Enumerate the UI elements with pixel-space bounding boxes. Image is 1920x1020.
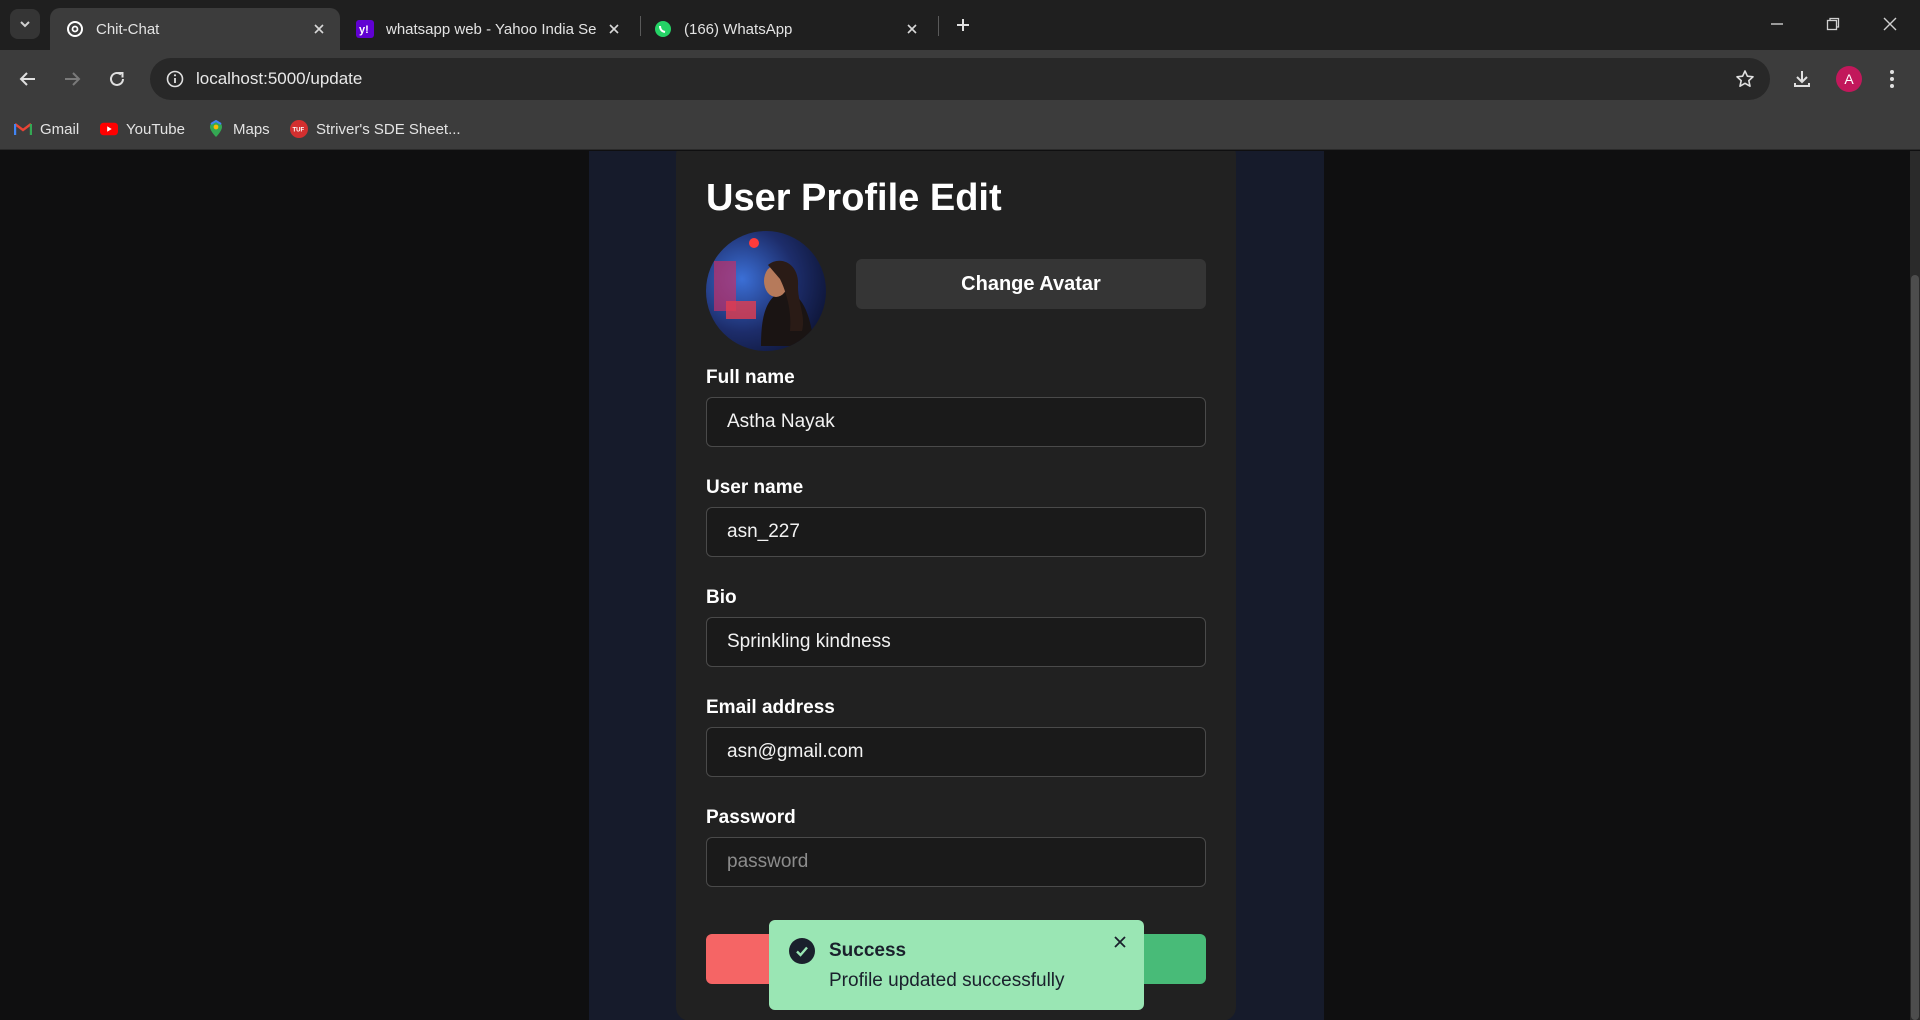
kebab-menu-icon [1890,70,1894,88]
tab-separator [938,16,939,36]
bookmark-label: Maps [233,120,270,138]
youtube-icon [100,120,118,138]
maps-icon [207,120,225,138]
close-icon[interactable] [308,18,330,40]
close-icon[interactable] [1108,930,1132,954]
browser-menu-button[interactable] [1876,63,1908,95]
restore-icon [1826,17,1840,31]
browser-toolbar: localhost:5000/update A [0,50,1920,108]
profile-avatar[interactable]: A [1836,66,1862,92]
threads-icon [66,20,84,38]
bookmark-maps[interactable]: Maps [207,116,270,142]
bookmarks-bar: Gmail YouTube Maps TUF Striver's SDE She… [0,108,1920,150]
password-label: Password [706,807,796,828]
email-input[interactable] [706,727,1206,777]
check-circle-icon [789,938,815,964]
scrollbar-thumb[interactable] [1911,275,1919,1020]
minimize-button[interactable] [1757,8,1797,40]
bookmark-striver[interactable]: TUF Striver's SDE Sheet... [290,116,461,142]
full-name-input[interactable] [706,397,1206,447]
toast-title: Success [829,940,907,961]
downloads-button[interactable] [1786,63,1818,95]
password-input[interactable] [706,837,1206,887]
bookmark-label: YouTube [126,120,185,138]
tab-search-button[interactable] [10,9,40,39]
close-window-button[interactable] [1870,8,1910,40]
minimize-icon [1771,23,1783,25]
close-icon[interactable] [603,18,625,40]
toast-description: Profile updated successfully [829,970,1065,991]
site-info-icon[interactable] [160,64,190,94]
download-icon [1794,71,1810,87]
svg-text:TUF: TUF [293,128,305,134]
back-button[interactable] [12,63,44,95]
plus-icon [957,19,969,31]
reload-icon [110,71,124,86]
bio-input[interactable] [706,617,1206,667]
page-title: User Profile Edit [706,177,1002,219]
tab-title: (166) WhatsApp [684,20,793,38]
close-icon [1883,17,1897,31]
bookmark-star-icon[interactable] [1732,66,1758,92]
address-bar[interactable]: localhost:5000/update [150,58,1770,100]
gmail-icon [14,120,32,138]
bookmark-label: Gmail [40,120,80,138]
tab-chit-chat[interactable]: Chit-Chat [50,8,340,50]
tuf-icon: TUF [290,120,308,138]
svg-text:y!: y! [359,24,369,36]
bookmark-label: Striver's SDE Sheet... [316,120,461,138]
change-avatar-button[interactable]: Change Avatar [856,259,1206,309]
bio-label: Bio [706,587,737,608]
page-viewport: User Profile Edit Change Avatar Full nam… [0,151,1910,1020]
arrow-right-icon [65,72,81,86]
tab-title: whatsapp web - Yahoo India Se [386,20,597,38]
user-name-label: User name [706,477,804,498]
whatsapp-icon [654,20,672,38]
full-name-label: Full name [706,367,795,388]
url-text: localhost:5000/update [196,69,363,88]
tab-yahoo[interactable]: y! whatsapp web - Yahoo India Se [340,8,635,50]
reload-button[interactable] [101,63,133,95]
tab-whatsapp[interactable]: (166) WhatsApp [638,8,933,50]
bookmark-youtube[interactable]: YouTube [100,116,185,142]
tab-strip: Chit-Chat y! whatsapp web - Yahoo India … [0,0,1920,50]
restore-button[interactable] [1813,8,1853,40]
user-avatar [706,231,826,351]
chevron-down-icon [20,21,30,28]
profile-edit-card: User Profile Edit Change Avatar Full nam… [676,151,1236,1020]
page-container: User Profile Edit Change Avatar Full nam… [589,151,1324,1020]
forward-button[interactable] [56,63,88,95]
new-tab-button[interactable] [950,12,976,38]
arrow-left-icon [19,72,35,86]
close-icon[interactable] [901,18,923,40]
tab-title: Chit-Chat [96,20,160,38]
email-label: Email address [706,697,835,718]
yahoo-icon: y! [356,20,374,38]
success-toast: Success Profile updated successfully [769,920,1144,1010]
user-name-input[interactable] [706,507,1206,557]
bookmark-gmail[interactable]: Gmail [14,116,79,142]
